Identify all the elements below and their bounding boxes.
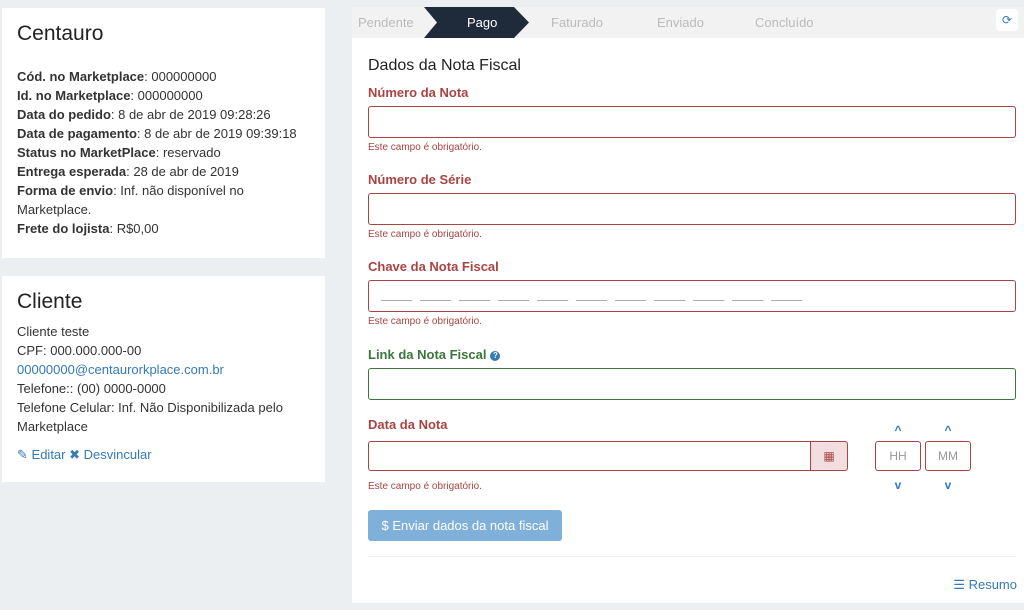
client-phone: Telefone:: (00) 0000-0000 bbox=[17, 381, 166, 396]
hour-down-icon[interactable]: v bbox=[888, 479, 908, 491]
store-info-row: Data de pagamento: 8 de abr de 2019 09:3… bbox=[17, 124, 310, 143]
store-info-value: : reservado bbox=[155, 145, 221, 160]
minute-down-icon[interactable]: v bbox=[938, 479, 958, 491]
store-title: Centauro bbox=[17, 22, 104, 45]
send-invoice-button[interactable]: $ Enviar dados da nota fiscal bbox=[368, 510, 562, 541]
client-title: Cliente bbox=[17, 290, 83, 313]
client-panel: Cliente Cliente teste CPF: 000.000.000-0… bbox=[2, 276, 325, 482]
resumo-link[interactable]: ☰ Resumo bbox=[953, 577, 1017, 593]
close-icon: ✖ bbox=[69, 447, 81, 462]
calendar-icon[interactable]: ▦ bbox=[810, 441, 848, 471]
link-input[interactable] bbox=[368, 368, 1016, 400]
edit-client-link[interactable]: ✎ Editar bbox=[17, 447, 66, 462]
client-mobile: Telefone Celular: Inf. Não Disponibiliza… bbox=[17, 400, 283, 434]
numero-input[interactable] bbox=[368, 106, 1016, 138]
hour-input[interactable]: HH bbox=[875, 441, 921, 471]
store-info-value: : 28 de abr de 2019 bbox=[126, 164, 239, 179]
chave-input[interactable]: ____ ____ ____ ____ ____ ____ ____ ____ … bbox=[368, 280, 1016, 312]
store-info-label: Cód. no Marketplace bbox=[17, 69, 145, 84]
unlink-client-link[interactable]: ✖ Desvincular bbox=[69, 447, 151, 462]
store-info-row: Status no MarketPlace: reservado bbox=[17, 143, 310, 162]
serie-label: Número de Série bbox=[368, 172, 472, 187]
minute-up-icon[interactable]: ^ bbox=[938, 424, 958, 436]
form-title: Dados da Nota Fiscal bbox=[368, 57, 521, 74]
store-info-value: : 000000000 bbox=[130, 88, 203, 103]
client-email-link[interactable]: 00000000@centaurorkplace.com.br bbox=[17, 360, 310, 379]
store-info-value: : R$0,00 bbox=[109, 221, 159, 236]
serie-error: Este campo é obrigatório. bbox=[368, 229, 482, 240]
client-name: Cliente teste bbox=[17, 324, 90, 339]
list-icon: ☰ bbox=[953, 577, 965, 592]
help-icon[interactable]: ? bbox=[490, 351, 501, 361]
store-info-label: Data do pedido bbox=[17, 107, 111, 122]
store-info-label: Frete do lojista bbox=[17, 221, 110, 236]
step-pago: Pago bbox=[467, 15, 498, 30]
store-info-label: Status no MarketPlace bbox=[17, 145, 156, 160]
order-status-steps: Pendente Pago Faturado Enviado Concluído… bbox=[352, 7, 1024, 38]
client-cpf: CPF: 000.000.000-00 bbox=[17, 343, 142, 358]
divider bbox=[368, 556, 1016, 557]
step-enviado: Enviado bbox=[657, 15, 704, 30]
step-faturado: Faturado bbox=[551, 15, 604, 30]
store-info-row: Id. no Marketplace: 000000000 bbox=[17, 86, 310, 105]
invoice-form: Dados da Nota Fiscal Número da Nota Este… bbox=[368, 57, 1016, 432]
store-info-label: Data de pagamento bbox=[17, 126, 137, 141]
link-label-text: Link da Nota Fiscal bbox=[368, 347, 487, 362]
link-label: Link da Nota Fiscal? bbox=[368, 347, 1016, 365]
store-info-value: : 8 de abr de 2019 09:39:18 bbox=[136, 126, 297, 141]
scan-icon[interactable]: ⟳ bbox=[996, 9, 1018, 31]
numero-error: Este campo é obrigatório. bbox=[368, 142, 482, 153]
numero-label: Número da Nota bbox=[368, 85, 469, 100]
data-error: Este campo é obrigatório. bbox=[368, 481, 482, 492]
pencil-icon: ✎ bbox=[17, 447, 28, 462]
step-pendente: Pendente bbox=[358, 15, 414, 30]
store-info-label: Entrega esperada bbox=[17, 164, 127, 179]
invoice-panel: Pendente Pago Faturado Enviado Concluído… bbox=[352, 7, 1024, 603]
edit-label: Editar bbox=[31, 447, 66, 462]
chave-label: Chave da Nota Fiscal bbox=[368, 259, 499, 274]
data-label: Data da Nota bbox=[368, 417, 448, 432]
unlink-label: Desvincular bbox=[83, 447, 152, 462]
serie-input[interactable] bbox=[368, 193, 1016, 225]
store-info-value: : 8 de abr de 2019 09:28:26 bbox=[110, 107, 271, 122]
store-panel: Centauro Cód. no Marketplace: 000000000 I… bbox=[2, 8, 325, 258]
store-info-row: Cód. no Marketplace: 000000000 bbox=[17, 67, 310, 86]
store-info-label: Forma de envio bbox=[17, 183, 114, 198]
store-info-row: Data do pedido: 8 de abr de 2019 09:28:2… bbox=[17, 105, 310, 124]
store-info-label: Id. no Marketplace bbox=[17, 88, 131, 103]
date-input[interactable] bbox=[368, 441, 828, 471]
chave-error: Este campo é obrigatório. bbox=[368, 316, 482, 327]
step-concluido: Concluído bbox=[755, 15, 814, 30]
hour-up-icon[interactable]: ^ bbox=[888, 424, 908, 436]
store-info-row: Entrega esperada: 28 de abr de 2019 bbox=[17, 162, 310, 181]
store-info-row: Forma de envio: Inf. não disponível no M… bbox=[17, 181, 310, 219]
store-info-row: Frete do lojista: R$0,00 bbox=[17, 219, 310, 238]
store-info: Cód. no Marketplace: 000000000 Id. no Mar… bbox=[17, 67, 310, 238]
store-info-value: : 000000000 bbox=[144, 69, 217, 84]
minute-input[interactable]: MM bbox=[925, 441, 971, 471]
resumo-label: Resumo bbox=[968, 577, 1017, 592]
